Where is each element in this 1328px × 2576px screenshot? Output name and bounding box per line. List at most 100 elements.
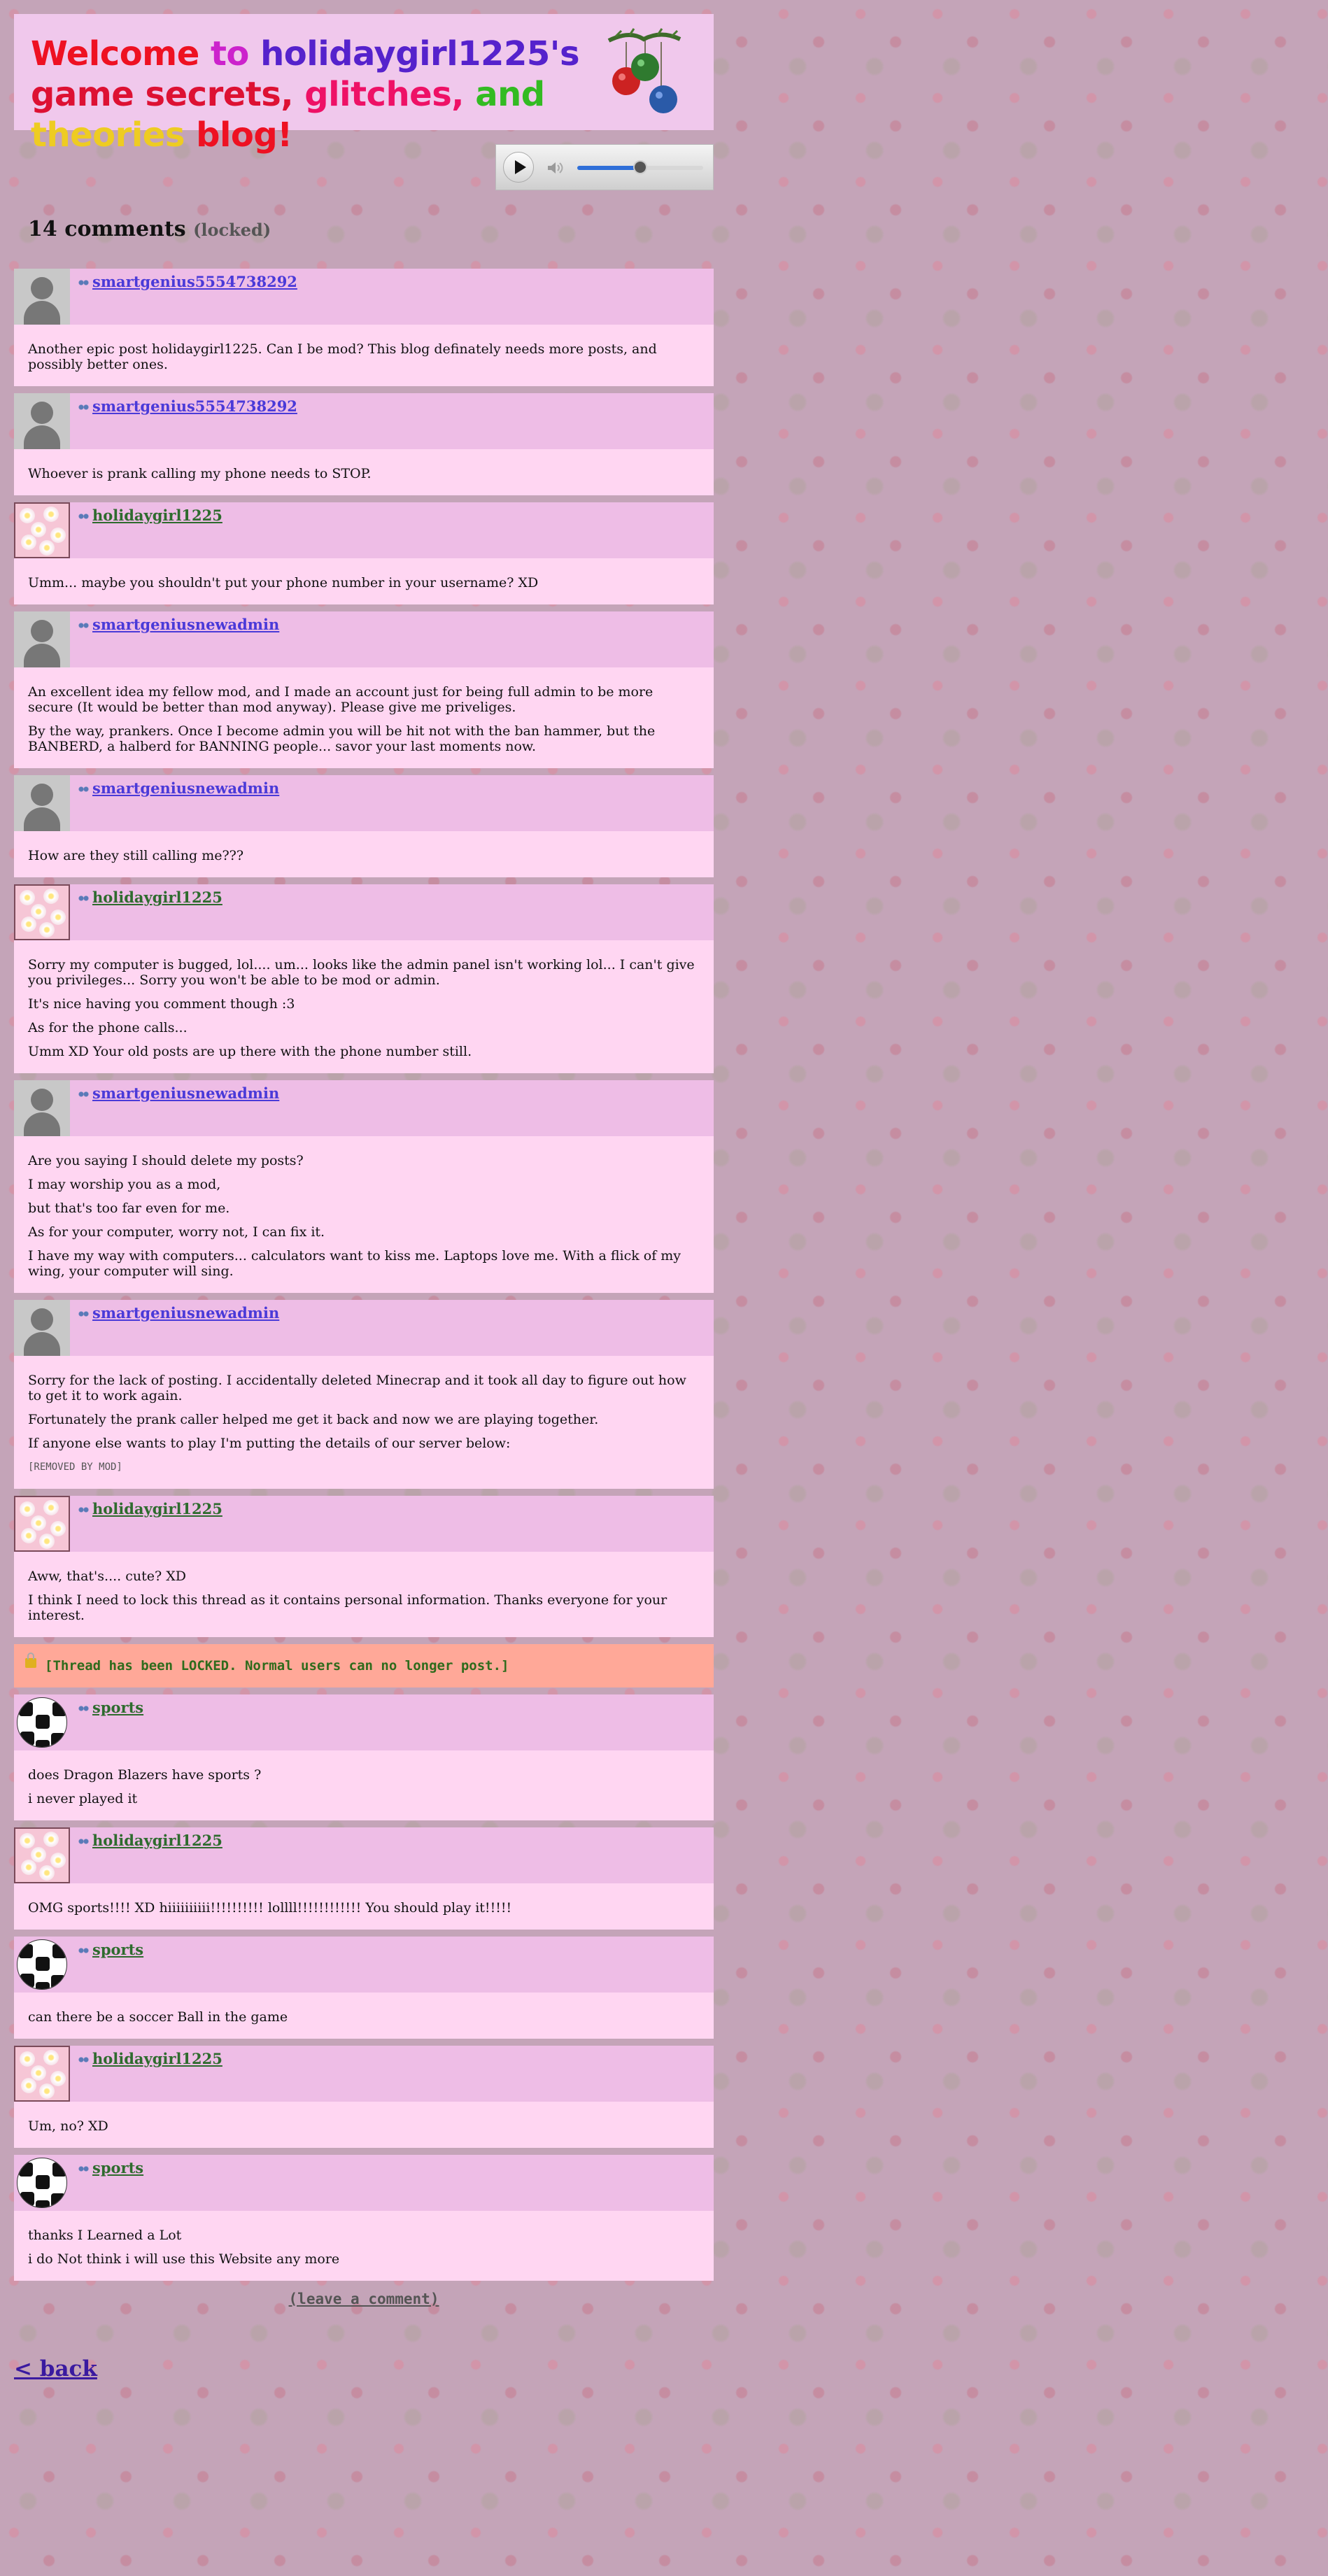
title-word: blog!	[196, 115, 292, 155]
comment-header: smartgenius5554738292	[14, 393, 714, 449]
comment-paragraph: How are they still calling me???	[28, 848, 244, 863]
flower-icon	[43, 1832, 59, 1847]
user-group-icon	[78, 280, 90, 288]
comment-header: holidaygirl1225	[14, 1496, 714, 1552]
flower-icon	[50, 528, 66, 543]
username-link[interactable]: smartgeniusnewadmin	[78, 616, 279, 633]
user-group-icon	[78, 1311, 90, 1319]
comment-paragraph: i do Not think i will use this Website a…	[28, 2251, 340, 2267]
soccer-ball-avatar[interactable]	[14, 2155, 70, 2211]
comment-paragraph: but that's too far even for me.	[28, 1201, 230, 1216]
comment-body: Aww, that's.... cute? XD I think I need t…	[14, 1552, 714, 1637]
audio-player	[495, 144, 714, 190]
username: sports	[92, 1941, 144, 1958]
default-avatar[interactable]	[14, 611, 70, 667]
user-group-icon	[78, 514, 90, 522]
user-group-icon	[78, 1507, 90, 1515]
flower-icon	[43, 507, 59, 522]
default-avatar[interactable]	[14, 269, 70, 325]
soccer-ball-avatar[interactable]	[14, 1937, 70, 1993]
flower-avatar[interactable]	[14, 1496, 70, 1552]
flower-icon	[20, 508, 35, 523]
comment: holidaygirl1225 Um, no? XD	[14, 2046, 714, 2148]
username-link[interactable]: sports	[78, 2159, 143, 2177]
username-link[interactable]: smartgenius5554738292	[78, 397, 297, 415]
comment-paragraph: Another epic post holidaygirl1225. Can I…	[28, 341, 657, 372]
username-link[interactable]: sports	[78, 1941, 143, 1958]
default-avatar[interactable]	[14, 775, 70, 831]
flower-icon	[43, 889, 59, 904]
leave-comment-link[interactable]: (leave a comment)	[14, 2291, 714, 2307]
comment: smartgeniusnewadmin An excellent idea my …	[14, 611, 714, 768]
comment: smartgeniusnewadmin Are you saying I shou…	[14, 1080, 714, 1293]
volume-knob[interactable]	[633, 160, 647, 174]
christmas-ornaments-icon	[607, 28, 681, 113]
title-word: holidaygirl1225's	[260, 34, 580, 73]
username: smartgeniusnewadmin	[92, 779, 280, 797]
flower-icon	[39, 1534, 55, 1549]
flower-avatar[interactable]	[14, 502, 70, 558]
flower-icon	[20, 1833, 35, 1848]
comment-header: sports	[14, 2155, 714, 2211]
comment-body: Are you saying I should delete my posts?…	[14, 1136, 714, 1293]
flower-icon	[31, 904, 46, 919]
user-group-icon	[78, 623, 90, 631]
user-group-icon	[78, 896, 90, 904]
flower-icon	[20, 1501, 35, 1517]
soccer-ball-avatar[interactable]	[14, 1694, 70, 1750]
comment-body: How are they still calling me???	[14, 831, 714, 877]
comment-paragraph: can there be a soccer Ball in the game	[28, 2009, 288, 2025]
comment-header: smartgeniusnewadmin	[14, 1080, 714, 1136]
default-avatar[interactable]	[14, 1080, 70, 1136]
username: smartgeniusnewadmin	[92, 1084, 280, 1102]
comment-paragraph: As for your computer, worry not, I can f…	[28, 1224, 325, 1240]
username: holidaygirl1225	[92, 2050, 222, 2067]
default-avatar[interactable]	[14, 393, 70, 449]
user-group-icon	[78, 2057, 90, 2065]
title-word: theories	[31, 115, 197, 155]
flower-icon	[43, 1500, 59, 1515]
volume-slider[interactable]	[577, 160, 703, 174]
comment: sports can there be a soccer Ball in the …	[14, 1937, 714, 2039]
username: sports	[92, 1699, 144, 1716]
username-link[interactable]: smartgenius5554738292	[78, 273, 297, 290]
comment-list: smartgenius5554738292 Another epic post h…	[14, 269, 714, 2288]
username-link[interactable]: holidaygirl1225	[78, 507, 222, 524]
default-avatar[interactable]	[14, 1300, 70, 1356]
username-link[interactable]: smartgeniusnewadmin	[78, 1084, 279, 1102]
comment-body: Umm... maybe you shouldn't put your phon…	[14, 558, 714, 604]
soccer-ball-icon	[17, 1939, 67, 1990]
play-icon[interactable]	[503, 152, 534, 183]
flower-icon	[21, 535, 36, 550]
comment-paragraph: Umm... maybe you shouldn't put your phon…	[28, 575, 539, 590]
comment-paragraph: Are you saying I should delete my posts?	[28, 1153, 304, 1168]
flower-avatar[interactable]	[14, 2046, 70, 2102]
username: smartgenius5554738292	[92, 273, 297, 290]
username-link[interactable]: holidaygirl1225	[78, 889, 222, 906]
username-link[interactable]: holidaygirl1225	[78, 1832, 222, 1849]
username-link[interactable]: holidaygirl1225	[78, 1500, 222, 1517]
title-word: and	[475, 75, 545, 114]
username: holidaygirl1225	[92, 507, 222, 524]
username-link[interactable]: smartgeniusnewadmin	[78, 779, 279, 797]
comment: sports thanks I Learned a Lot i do Not thi…	[14, 2155, 714, 2281]
username-link[interactable]: smartgeniusnewadmin	[78, 1304, 279, 1322]
back-link[interactable]: < back	[14, 2356, 97, 2382]
username: holidaygirl1225	[92, 1500, 222, 1517]
flower-icon	[39, 922, 55, 937]
comment-body: does Dragon Blazers have sports ? i never…	[14, 1750, 714, 1820]
flower-icon	[31, 2065, 46, 2081]
flower-avatar[interactable]	[14, 1827, 70, 1883]
volume-icon[interactable]	[546, 162, 563, 174]
flower-icon	[21, 1528, 36, 1543]
comment-header: smartgenius5554738292	[14, 269, 714, 325]
volume-level	[577, 166, 640, 170]
title-word: secrets,	[145, 75, 305, 114]
flower-icon	[39, 540, 55, 555]
username-link[interactable]: sports	[78, 1699, 143, 1716]
comment-paragraph: thanks I Learned a Lot	[28, 2228, 182, 2243]
removed-by-mod-note: [REMOVED BY MOD]	[28, 1462, 122, 1473]
username-link[interactable]: holidaygirl1225	[78, 2050, 222, 2067]
flower-avatar[interactable]	[14, 884, 70, 940]
blog-header: Welcome to holidaygirl1225's game secret…	[14, 14, 714, 155]
